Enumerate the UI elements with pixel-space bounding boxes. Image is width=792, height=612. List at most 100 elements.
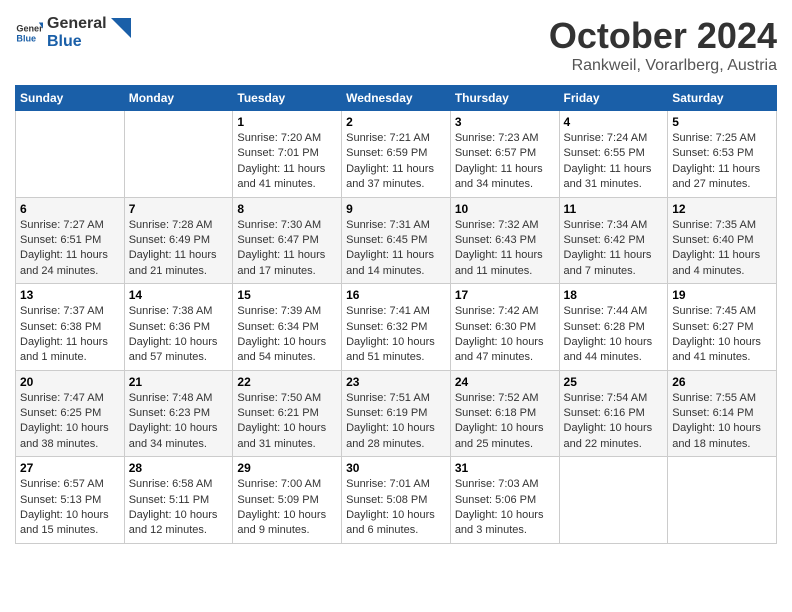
day-number: 9 xyxy=(346,202,446,216)
day-info: Sunrise: 6:58 AM Sunset: 5:11 PM Dayligh… xyxy=(129,477,229,539)
calendar-header-friday: Friday xyxy=(559,86,668,111)
logo: General Blue General Blue xyxy=(15,15,131,50)
calendar-cell: 15Sunrise: 7:39 AM Sunset: 6:34 PM Dayli… xyxy=(233,284,342,371)
calendar-cell: 1Sunrise: 7:20 AM Sunset: 7:01 PM Daylig… xyxy=(233,111,342,198)
calendar-cell: 20 Sunrise: 7:47 AM Sunset: 6:25 PM Dayli… xyxy=(16,370,125,457)
calendar-cell: 2 Sunrise: 7:21 AM Sunset: 6:59 PM Daylig… xyxy=(342,111,451,198)
day-number: 2 xyxy=(346,115,446,129)
day-info: Sunrise: 7:48 AM Sunset: 6:23 PM Dayligh… xyxy=(129,391,229,453)
day-number: 12 xyxy=(672,202,772,216)
calendar-cell: 16Sunrise: 7:41 AM Sunset: 6:32 PM Dayli… xyxy=(342,284,451,371)
calendar-week-row: 13Sunrise: 7:37 AM Sunset: 6:38 PM Dayli… xyxy=(16,284,777,371)
day-number: 19 xyxy=(672,288,772,302)
logo-arrow-icon xyxy=(111,18,131,48)
day-number: 28 xyxy=(129,461,229,475)
calendar-cell: 23Sunrise: 7:51 AM Sunset: 6:19 PM Dayli… xyxy=(342,370,451,457)
calendar-cell: 7Sunrise: 7:28 AM Sunset: 6:49 PM Daylig… xyxy=(124,197,233,284)
calendar-cell: 24Sunrise: 7:52 AM Sunset: 6:18 PM Dayli… xyxy=(450,370,559,457)
day-info: Sunrise: 7:01 AM Sunset: 5:08 PM Dayligh… xyxy=(346,477,446,539)
svg-text:Blue: Blue xyxy=(16,33,36,43)
calendar-cell: 27 Sunrise: 6:57 AM Sunset: 5:13 PM Dayli… xyxy=(16,457,125,544)
day-info: Sunrise: 7:42 AM Sunset: 6:30 PM Dayligh… xyxy=(455,304,555,366)
day-number: 30 xyxy=(346,461,446,475)
day-number: 22 xyxy=(237,375,337,389)
calendar-week-row: 1Sunrise: 7:20 AM Sunset: 7:01 PM Daylig… xyxy=(16,111,777,198)
day-info: Sunrise: 7:25 AM Sunset: 6:53 PM Dayligh… xyxy=(672,131,772,193)
calendar-cell: 3Sunrise: 7:23 AM Sunset: 6:57 PM Daylig… xyxy=(450,111,559,198)
calendar-cell: 25Sunrise: 7:54 AM Sunset: 6:16 PM Dayli… xyxy=(559,370,668,457)
calendar-cell: 22 Sunrise: 7:50 AM Sunset: 6:21 PM Dayli… xyxy=(233,370,342,457)
calendar-header-thursday: Thursday xyxy=(450,86,559,111)
day-info: Sunrise: 7:27 AM Sunset: 6:51 PM Dayligh… xyxy=(20,218,120,280)
day-info: Sunrise: 7:52 AM Sunset: 6:18 PM Dayligh… xyxy=(455,391,555,453)
day-info: Sunrise: 7:30 AM Sunset: 6:47 PM Dayligh… xyxy=(237,218,337,280)
calendar-header-row: SundayMondayTuesdayWednesdayThursdayFrid… xyxy=(16,86,777,111)
calendar-cell xyxy=(16,111,125,198)
day-info: Sunrise: 7:54 AM Sunset: 6:16 PM Dayligh… xyxy=(564,391,664,453)
calendar-cell xyxy=(668,457,777,544)
calendar-cell: 28 Sunrise: 6:58 AM Sunset: 5:11 PM Dayli… xyxy=(124,457,233,544)
day-info: Sunrise: 7:32 AM Sunset: 6:43 PM Dayligh… xyxy=(455,218,555,280)
calendar-cell: 4Sunrise: 7:24 AM Sunset: 6:55 PM Daylig… xyxy=(559,111,668,198)
calendar-cell: 6 Sunrise: 7:27 AM Sunset: 6:51 PM Daylig… xyxy=(16,197,125,284)
calendar-cell: 14Sunrise: 7:38 AM Sunset: 6:36 PM Dayli… xyxy=(124,284,233,371)
day-info: Sunrise: 7:47 AM Sunset: 6:25 PM Dayligh… xyxy=(20,391,120,453)
calendar-header-wednesday: Wednesday xyxy=(342,86,451,111)
calendar-header-monday: Monday xyxy=(124,86,233,111)
day-number: 14 xyxy=(129,288,229,302)
day-number: 13 xyxy=(20,288,120,302)
calendar-cell: 12 Sunrise: 7:35 AM Sunset: 6:40 PM Dayli… xyxy=(668,197,777,284)
day-info: Sunrise: 7:35 AM Sunset: 6:40 PM Dayligh… xyxy=(672,218,772,280)
day-number: 4 xyxy=(564,115,664,129)
day-number: 15 xyxy=(237,288,337,302)
day-number: 6 xyxy=(20,202,120,216)
title-area: October 2024 Rankweil, Vorarlberg, Austr… xyxy=(549,15,777,75)
calendar-cell: 10 Sunrise: 7:32 AM Sunset: 6:43 PM Dayli… xyxy=(450,197,559,284)
day-info: Sunrise: 7:03 AM Sunset: 5:06 PM Dayligh… xyxy=(455,477,555,539)
day-number: 29 xyxy=(237,461,337,475)
day-info: Sunrise: 7:34 AM Sunset: 6:42 PM Dayligh… xyxy=(564,218,664,280)
location-subtitle: Rankweil, Vorarlberg, Austria xyxy=(549,57,777,75)
calendar-cell: 9 Sunrise: 7:31 AM Sunset: 6:45 PM Daylig… xyxy=(342,197,451,284)
day-info: Sunrise: 7:55 AM Sunset: 6:14 PM Dayligh… xyxy=(672,391,772,453)
day-number: 18 xyxy=(564,288,664,302)
day-number: 16 xyxy=(346,288,446,302)
calendar-header-sunday: Sunday xyxy=(16,86,125,111)
header: General Blue General Blue October 2024 R… xyxy=(15,15,777,75)
calendar-table: SundayMondayTuesdayWednesdayThursdayFrid… xyxy=(15,85,777,544)
day-number: 10 xyxy=(455,202,555,216)
calendar-cell xyxy=(559,457,668,544)
logo-icon: General Blue xyxy=(15,19,43,47)
calendar-cell: 18 Sunrise: 7:44 AM Sunset: 6:28 PM Dayli… xyxy=(559,284,668,371)
day-number: 3 xyxy=(455,115,555,129)
calendar-cell xyxy=(124,111,233,198)
day-number: 20 xyxy=(20,375,120,389)
calendar-cell: 11 Sunrise: 7:34 AM Sunset: 6:42 PM Dayli… xyxy=(559,197,668,284)
day-info: Sunrise: 7:45 AM Sunset: 6:27 PM Dayligh… xyxy=(672,304,772,366)
calendar-week-row: 27 Sunrise: 6:57 AM Sunset: 5:13 PM Dayli… xyxy=(16,457,777,544)
day-info: Sunrise: 6:57 AM Sunset: 5:13 PM Dayligh… xyxy=(20,477,120,539)
calendar-cell: 30 Sunrise: 7:01 AM Sunset: 5:08 PM Dayli… xyxy=(342,457,451,544)
calendar-header-saturday: Saturday xyxy=(668,86,777,111)
day-info: Sunrise: 7:31 AM Sunset: 6:45 PM Dayligh… xyxy=(346,218,446,280)
calendar-header-tuesday: Tuesday xyxy=(233,86,342,111)
calendar-cell: 17 Sunrise: 7:42 AM Sunset: 6:30 PM Dayli… xyxy=(450,284,559,371)
calendar-cell: 13Sunrise: 7:37 AM Sunset: 6:38 PM Dayli… xyxy=(16,284,125,371)
logo-general-text: General xyxy=(47,15,107,33)
day-number: 17 xyxy=(455,288,555,302)
day-info: Sunrise: 7:28 AM Sunset: 6:49 PM Dayligh… xyxy=(129,218,229,280)
day-info: Sunrise: 7:44 AM Sunset: 6:28 PM Dayligh… xyxy=(564,304,664,366)
day-number: 27 xyxy=(20,461,120,475)
day-info: Sunrise: 7:20 AM Sunset: 7:01 PM Dayligh… xyxy=(237,131,337,193)
day-info: Sunrise: 7:50 AM Sunset: 6:21 PM Dayligh… xyxy=(237,391,337,453)
day-info: Sunrise: 7:21 AM Sunset: 6:59 PM Dayligh… xyxy=(346,131,446,193)
calendar-cell: 8 Sunrise: 7:30 AM Sunset: 6:47 PM Daylig… xyxy=(233,197,342,284)
day-number: 8 xyxy=(237,202,337,216)
calendar-week-row: 6 Sunrise: 7:27 AM Sunset: 6:51 PM Daylig… xyxy=(16,197,777,284)
day-info: Sunrise: 7:00 AM Sunset: 5:09 PM Dayligh… xyxy=(237,477,337,539)
calendar-cell: 19 Sunrise: 7:45 AM Sunset: 6:27 PM Dayli… xyxy=(668,284,777,371)
calendar-cell: 21Sunrise: 7:48 AM Sunset: 6:23 PM Dayli… xyxy=(124,370,233,457)
calendar-cell: 5Sunrise: 7:25 AM Sunset: 6:53 PM Daylig… xyxy=(668,111,777,198)
day-number: 11 xyxy=(564,202,664,216)
day-number: 26 xyxy=(672,375,772,389)
